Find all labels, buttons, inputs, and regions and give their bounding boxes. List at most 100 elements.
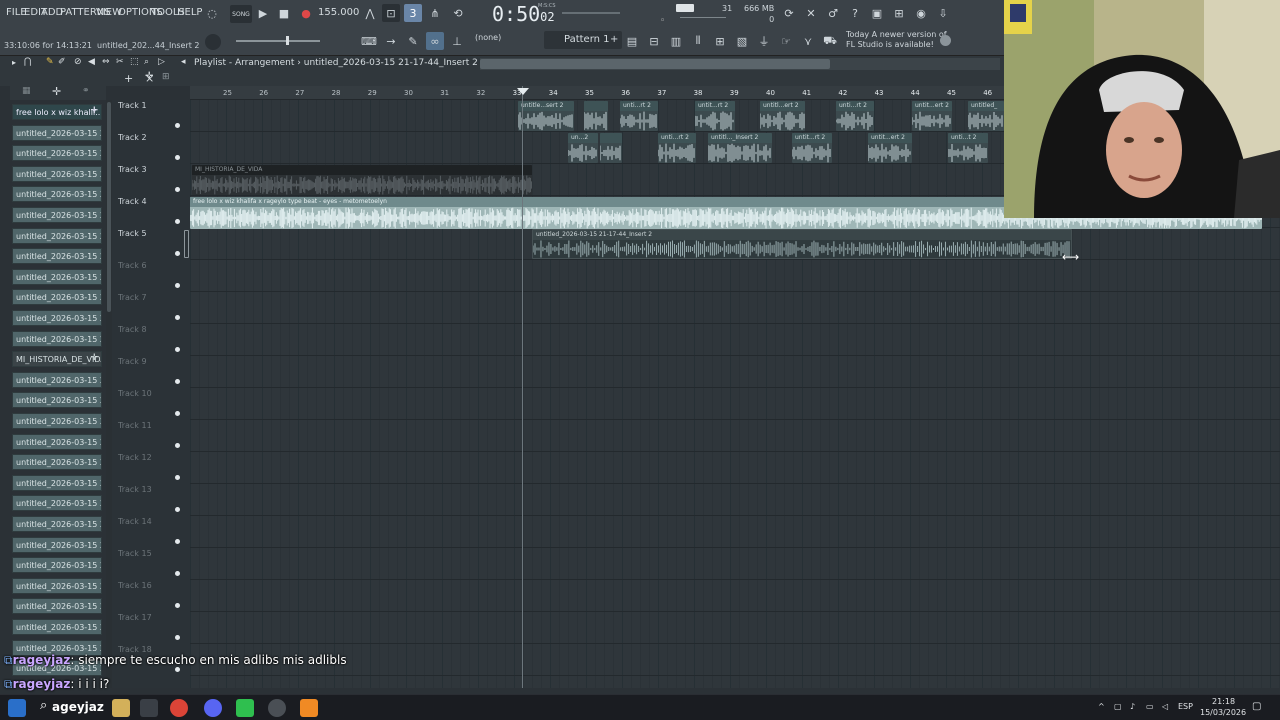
news-globe-icon[interactable] [940, 35, 951, 46]
channel-rack-icon[interactable]: ▥ [667, 32, 685, 50]
kick-icon[interactable] [236, 699, 254, 717]
notepad-icon[interactable] [140, 699, 158, 717]
track-name[interactable]: Track 7 [118, 293, 147, 302]
track-5-resize-handle[interactable] [184, 230, 189, 258]
fl-studio-icon[interactable] [300, 699, 318, 717]
audio-clip[interactable]: unti...rt 2 [836, 101, 874, 131]
browser-icon[interactable]: ▧ [733, 32, 751, 50]
picker-clip-item[interactable]: free lolo x wiz khalif... ✛ [12, 104, 102, 120]
track-name[interactable]: Track 6 [118, 261, 147, 270]
audio-clip[interactable]: MI_HISTORIA_DE_VIDA [192, 165, 532, 195]
plugin-icon[interactable]: ⊞ [890, 4, 908, 22]
audio-clip[interactable] [600, 133, 622, 163]
song-mode-button[interactable]: SONG [230, 5, 252, 23]
slice-tool-icon[interactable]: ✂ [116, 57, 124, 67]
clock-time[interactable]: 21:18 [1212, 697, 1235, 706]
track-mute-dot[interactable] [175, 507, 180, 512]
add-track-icon[interactable]: + [124, 72, 133, 85]
language-indicator[interactable]: ESP [1178, 702, 1193, 711]
playback-tool-icon[interactable]: ▷ [158, 57, 165, 67]
audio-clip[interactable]: untitled_ [968, 101, 1004, 131]
magnet-icon[interactable]: ⋂ [24, 57, 31, 67]
stop-icon[interactable]: ■ [275, 4, 293, 22]
wait-record-icon[interactable]: ⊡ [382, 4, 400, 22]
select-tool-icon[interactable]: ⬚ [130, 57, 139, 67]
master-pitch-knob[interactable] [205, 34, 221, 50]
track-name[interactable]: Track 10 [118, 389, 152, 398]
stamp-icon[interactable]: ⊥ [448, 32, 466, 50]
typing-keyboard-icon[interactable]: ⌨ [360, 32, 378, 50]
audio-clip[interactable] [584, 101, 608, 131]
track-name[interactable]: Track 12 [118, 453, 152, 462]
picker-clip-item[interactable]: untitled_2026-03-15 20-... [12, 186, 102, 203]
brush-icon[interactable]: ✎ [404, 32, 422, 50]
picker-move-icon[interactable]: ✛ [52, 85, 61, 98]
file-explorer-icon[interactable] [112, 699, 130, 717]
track-mute-dot[interactable] [175, 347, 180, 352]
slip-tool-icon[interactable]: ⇔ [102, 57, 110, 67]
zoom-tool-icon[interactable]: ⌕ [144, 57, 149, 67]
loop-record-icon[interactable]: ⟲ [449, 4, 467, 22]
discord-icon[interactable] [204, 699, 222, 717]
cart-icon[interactable]: ⛟ [821, 32, 839, 50]
picker-clip-item[interactable]: untitled_2026-03-15 20-... [12, 310, 102, 326]
track-name[interactable]: Track 14 [118, 517, 152, 526]
playlist-icon[interactable]: ▤ [623, 32, 641, 50]
chrome-icon[interactable] [170, 699, 188, 717]
track-mute-dot[interactable] [175, 155, 180, 160]
track-mute-dot[interactable] [175, 219, 180, 224]
picker-clip-item[interactable]: untitled_2026-03-15 20-... [12, 495, 102, 512]
picker-clip-item[interactable]: untitled_2026-03-15 20-... [12, 516, 102, 532]
track-mute-dot[interactable] [175, 571, 180, 576]
picker-clip-item[interactable]: untitled_2026-03-15 20-... [12, 289, 102, 306]
track-name[interactable]: Track 9 [118, 357, 147, 366]
link-icon[interactable]: ∞ [426, 32, 444, 50]
track-name[interactable]: Track 16 [118, 581, 152, 590]
track-mute-dot[interactable] [175, 635, 180, 640]
picker-clip-item[interactable]: MI_HISTORIA_DE_VIDA ✛ [12, 351, 102, 368]
picker-clip-item[interactable]: untitled_2026-03-15 20-... [12, 598, 102, 615]
blend-notes-icon[interactable]: ⋔ [426, 4, 444, 22]
start-icon[interactable] [8, 699, 26, 717]
picker-patterns-icon[interactable]: ▦ [22, 86, 31, 96]
tray-device-icon[interactable]: ▢ [1114, 702, 1122, 711]
picker-clip-item[interactable]: untitled_2026-03-15 20-... [12, 227, 102, 244]
track-mute-dot[interactable] [175, 411, 180, 416]
audio-clip[interactable]: unti...rt 2 [620, 101, 658, 131]
audio-clip[interactable]: untit...ert 2 [868, 133, 912, 163]
picker-clip-item[interactable]: untitled_2026-03-15 20-... [12, 248, 102, 265]
recording-icon[interactable]: ◌ [203, 4, 221, 22]
audio-clip[interactable]: untit...rt 2 [695, 101, 735, 131]
metronome-icon[interactable]: ⋀ [361, 4, 379, 22]
track-name[interactable]: Track 15 [118, 549, 152, 558]
tempo-display[interactable]: 155.000 [318, 7, 359, 18]
audio-clip[interactable]: untitled_2026-03-15 21-17-44_Insert 2 [532, 229, 1072, 259]
mixer-icon[interactable]: ⫴ [689, 32, 707, 50]
tray-volume-icon[interactable]: ◁ [1162, 702, 1168, 711]
pitch-icon[interactable]: ◦ [660, 16, 665, 26]
news-panel[interactable]: Today A newer version of FL Studio is av… [846, 30, 947, 50]
chat-icon[interactable]: ◉ [912, 4, 930, 22]
picker-scrollbar-thumb[interactable] [107, 102, 111, 312]
track-name[interactable]: Track 3 [118, 165, 147, 174]
track-name[interactable]: Track 11 [118, 421, 152, 430]
microphone-icon[interactable]: ♂ [824, 4, 842, 22]
volume-slider-handle[interactable] [286, 36, 289, 45]
obs-icon[interactable] [268, 699, 286, 717]
mute-tool-icon[interactable]: ◀ [88, 57, 95, 67]
move-icon[interactable]: ✛ [145, 71, 153, 82]
picker-audio-icon[interactable]: ⚭ [82, 86, 90, 96]
save-icon[interactable]: ▣ [868, 4, 886, 22]
picker-clip-item[interactable]: untitled_2026-03-15 20-... [12, 454, 102, 471]
picker-clip-item[interactable]: untitled_2026-03-15 20-... [12, 577, 102, 594]
track-name[interactable]: Track 2 [118, 133, 147, 142]
track-name[interactable]: Track 1 [118, 101, 147, 110]
picker-clip-item[interactable]: untitled_2026-03-15 20-... [12, 392, 102, 409]
picker-clip-item[interactable]: untitled_2026-03-15 20-... [12, 433, 102, 450]
track-mute-dot[interactable] [175, 251, 180, 256]
audio-clip[interactable]: untit...rt 2 [792, 133, 832, 163]
playlist-arrow-icon[interactable]: ◂ [181, 57, 186, 67]
tools-icon[interactable]: ✕ [802, 4, 820, 22]
notification-icon[interactable]: ▢ [1252, 701, 1261, 712]
grid-icon[interactable]: ⊞ [162, 72, 170, 82]
